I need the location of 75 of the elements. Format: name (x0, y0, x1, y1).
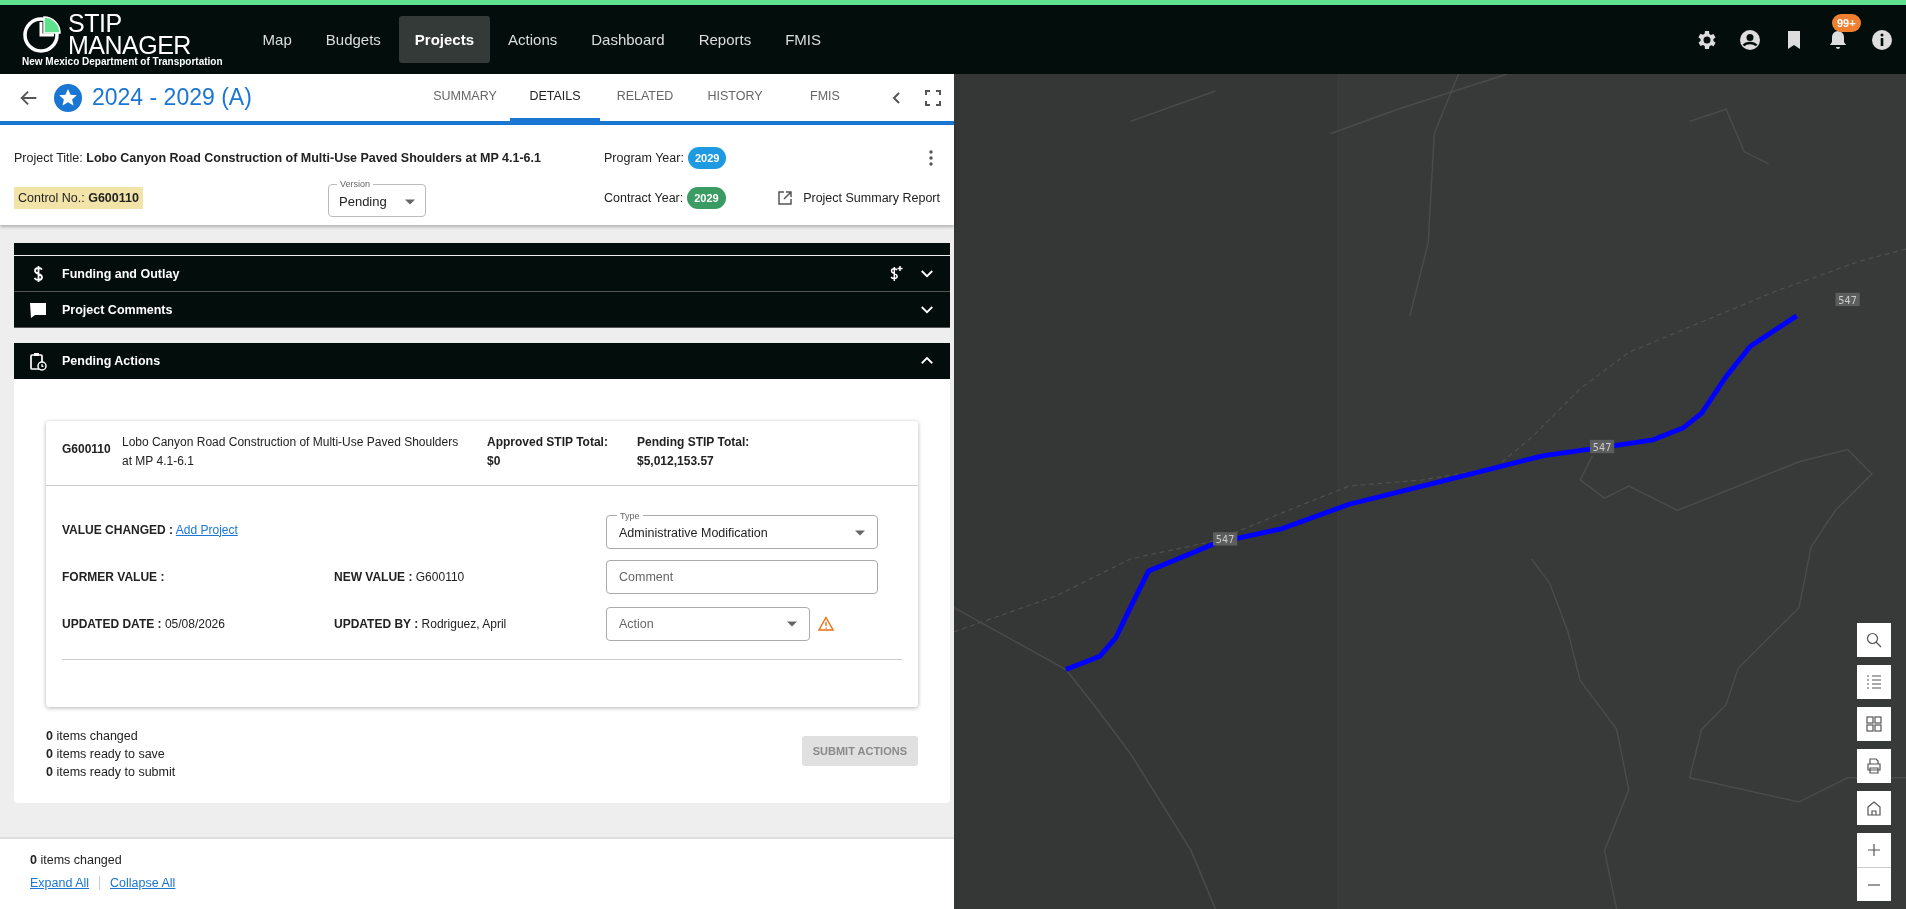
home-icon (1865, 799, 1883, 817)
route-shield: 547 (1212, 532, 1238, 546)
text-link[interactable]: Expand All (30, 876, 90, 890)
nav-link[interactable]: Projects (398, 16, 491, 63)
project-title: Project Title: Lobo Canyon Road Construction of Multi-Use Paved Shoulders at MP 4.1-6.1 (14, 151, 542, 165)
field-label: UPDATED BY : Rodriguez, April (334, 616, 508, 631)
count-text: 0 items ready to save (46, 747, 166, 761)
field-label: FORMER VALUE : (62, 569, 166, 584)
pie-chart-logo-icon (22, 14, 62, 54)
dropdown-caret-icon (855, 530, 865, 536)
section-header[interactable]: Pending Actions (14, 343, 950, 379)
dropdown-caret-icon (405, 198, 415, 205)
year-label: Contract Year: (604, 191, 684, 205)
list-icon (1865, 673, 1883, 691)
logo-title: MANAGER (68, 34, 191, 56)
report-link[interactable]: Project Summary Report (803, 191, 940, 205)
grid-button[interactable] (1857, 707, 1891, 741)
action-select[interactable]: Action (606, 606, 810, 641)
dropdown-caret-icon (787, 620, 797, 627)
version-select[interactable]: Version Pending (328, 179, 426, 217)
notification-badge: 99+ (1832, 13, 1861, 32)
year-label: Program Year: (604, 151, 684, 165)
tab[interactable]: DETAILS (510, 74, 600, 121)
section-title: Project Comments (62, 302, 173, 317)
account-icon[interactable] (1738, 27, 1762, 52)
nav-link[interactable]: Actions (492, 16, 574, 63)
print-button[interactable] (1857, 749, 1891, 783)
external-link-icon[interactable] (777, 190, 794, 206)
field-label: UPDATED DATE : 05/08/2026 (62, 616, 226, 631)
nav-link[interactable]: Reports (682, 16, 768, 63)
control-number: G600110 (62, 441, 112, 456)
tab[interactable]: FMIS (780, 74, 870, 121)
logo-title: STIP (68, 12, 122, 34)
project-description: Lobo Canyon Road Construction of Multi-Use Paved Shoulders at MP 4.1-6.1 (122, 434, 460, 470)
grid-icon (1865, 715, 1883, 733)
fullscreen-icon[interactable] (924, 88, 942, 107)
tab[interactable]: SUMMARY (420, 74, 510, 121)
count-text: 0 items changed (46, 729, 139, 743)
print-icon (1865, 757, 1883, 775)
tab[interactable]: RELATED (600, 74, 690, 121)
field-label: VALUE CHANGED : (62, 522, 174, 537)
tab[interactable]: HISTORY (690, 74, 780, 121)
comment-field[interactable]: Comment (606, 559, 878, 594)
nav-link[interactable]: Map (246, 16, 308, 63)
map-view[interactable]: 547 547 547 (954, 74, 1906, 909)
field-label: NEW VALUE : G600110 (334, 569, 466, 584)
logo-subtitle: New Mexico Department of Transportation (22, 56, 223, 67)
count-text: 0 items ready to submit (46, 765, 176, 779)
text-link[interactable]: Collapse All (110, 876, 176, 890)
home-button[interactable] (1857, 791, 1891, 825)
program-title: 2024 - 2029 (A) (92, 84, 252, 111)
total-label: Pending STIP Total: (637, 434, 751, 451)
type-select[interactable]: Type Administrative Modification (606, 510, 878, 549)
control-number: Control No.: G600110 (14, 187, 143, 209)
count-text: 0 items changed (30, 853, 123, 867)
add-project-link[interactable]: Add Project (175, 522, 238, 537)
total-value: $5,012,153.57 (637, 453, 715, 470)
total-value: $0 (487, 453, 502, 470)
clipboard-clock-icon (28, 351, 48, 371)
year-badge: 2029 (687, 147, 727, 169)
section-title: Funding and Outlay (62, 266, 180, 281)
search-icon (1865, 631, 1883, 649)
warning-icon (818, 615, 834, 632)
minus-icon (1868, 883, 1880, 886)
year-badge: 2029 (687, 187, 726, 209)
section-header[interactable]: Project Comments (14, 292, 950, 328)
nav-link[interactable]: Budgets (309, 16, 397, 63)
info-icon[interactable] (1870, 27, 1894, 52)
section-header[interactable]: Funding and Outlay (14, 256, 950, 292)
search-button[interactable] (1857, 623, 1891, 657)
nav-link[interactable]: FMIS (769, 16, 837, 63)
total-label: Approved STIP Total: (487, 434, 609, 451)
nav-link[interactable]: Dashboard (575, 16, 681, 63)
plus-icon (1865, 841, 1883, 859)
section-title: Pending Actions (62, 354, 161, 368)
